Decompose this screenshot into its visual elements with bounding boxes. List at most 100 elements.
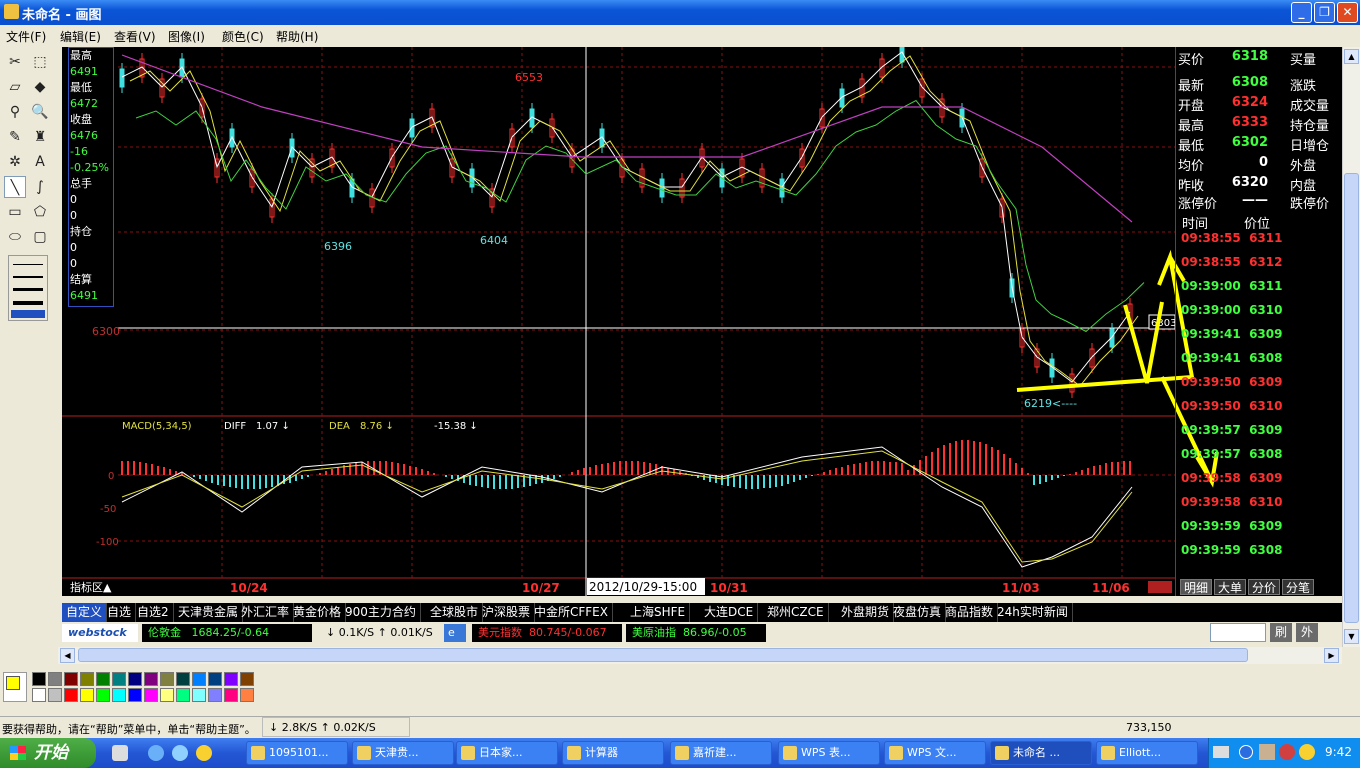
task-button[interactable]: 未命名 ...: [990, 741, 1092, 765]
task-button[interactable]: 计算器: [562, 741, 664, 765]
color-swatch[interactable]: [32, 688, 46, 702]
tray-volume-icon[interactable]: [1279, 744, 1295, 760]
eraser-icon[interactable]: ▱: [4, 76, 26, 98]
task-button[interactable]: 日本家...: [456, 741, 558, 765]
curve-tool-icon[interactable]: ∫: [29, 176, 51, 198]
close-button[interactable]: ✕: [1337, 2, 1358, 23]
task-button[interactable]: Elliott...: [1096, 741, 1198, 765]
menu-image[interactable]: 图像(I): [168, 28, 205, 45]
color-swatch[interactable]: [224, 672, 238, 686]
market-tab[interactable]: 中金所CFFEX: [530, 603, 613, 622]
menu-file[interactable]: 文件(F): [6, 28, 46, 45]
color-swatch[interactable]: [192, 672, 206, 686]
color-swatch[interactable]: [128, 672, 142, 686]
fill-bucket-icon[interactable]: ◆: [29, 76, 51, 98]
color-swatch[interactable]: [176, 688, 190, 702]
scroll-left-icon[interactable]: ◀: [60, 648, 75, 663]
tray-arrow-icon[interactable]: [1239, 745, 1253, 759]
color-swatch[interactable]: [240, 672, 254, 686]
market-tab[interactable]: 天津贵金属: [174, 603, 244, 622]
pencil-icon[interactable]: ✎: [4, 126, 26, 148]
color-swatch[interactable]: [80, 688, 94, 702]
rect-select-icon[interactable]: ⬚: [29, 51, 51, 73]
refresh-button[interactable]: 刷: [1270, 623, 1292, 642]
color-swatch[interactable]: [112, 672, 126, 686]
magnifier-icon[interactable]: 🔍: [29, 101, 51, 123]
tray-app-icon[interactable]: [1299, 744, 1315, 760]
market-tab[interactable]: 自选2: [133, 603, 174, 622]
market-tab[interactable]: 自定义: [62, 603, 108, 622]
market-tab[interactable]: 大连DCE: [700, 603, 759, 622]
external-button[interactable]: 外: [1296, 623, 1318, 642]
color-picker-icon[interactable]: ⚲: [4, 101, 26, 123]
text-tool-icon[interactable]: A: [29, 151, 51, 173]
market-tab[interactable]: 全球股市: [426, 603, 484, 622]
color-swatch[interactable]: [48, 672, 62, 686]
market-tab[interactable]: 外盘期货: [837, 603, 895, 622]
start-button[interactable]: 开始: [0, 738, 96, 768]
color-swatch[interactable]: [208, 672, 222, 686]
quote-tab[interactable]: 分笔: [1282, 579, 1314, 595]
quote-tab[interactable]: 分价: [1248, 579, 1280, 595]
brush-icon[interactable]: ♜: [29, 126, 51, 148]
quote-tab[interactable]: 大单: [1214, 579, 1246, 595]
market-tab[interactable]: 上海SHFE: [626, 603, 691, 622]
menu-view[interactable]: 查看(V): [114, 28, 156, 45]
quick-launch-ie-icon[interactable]: [148, 745, 164, 761]
color-swatch[interactable]: [64, 688, 78, 702]
market-tab[interactable]: 商品指数: [941, 603, 999, 622]
color-swatch[interactable]: [240, 688, 254, 702]
ie-icon[interactable]: e: [444, 624, 466, 642]
task-button[interactable]: WPS 表...: [778, 741, 880, 765]
rectangle-tool-icon[interactable]: ▭: [4, 201, 26, 223]
market-tab[interactable]: 郑州CZCE: [763, 603, 829, 622]
market-tab[interactable]: 900主力合约: [341, 603, 421, 622]
color-swatch[interactable]: [224, 688, 238, 702]
quick-launch-icon-4[interactable]: [196, 745, 212, 761]
market-tab[interactable]: 24h实时新闻: [993, 603, 1073, 622]
task-button[interactable]: 天津贵...: [352, 741, 454, 765]
tray-user-icon[interactable]: [1259, 744, 1275, 760]
polygon-tool-icon[interactable]: ⬠: [29, 201, 51, 223]
market-tab[interactable]: 外汇汇率: [237, 603, 295, 622]
vertical-scroll-thumb[interactable]: [1344, 173, 1359, 623]
menu-edit[interactable]: 编辑(E): [60, 28, 101, 45]
line-width-picker[interactable]: [8, 255, 48, 321]
market-tab[interactable]: 黄金价格: [289, 603, 347, 622]
market-tab[interactable]: 沪深股票: [478, 603, 536, 622]
color-swatch[interactable]: [128, 688, 142, 702]
horizontal-scroll-thumb[interactable]: [78, 648, 1248, 662]
quick-launch-icon-1[interactable]: [112, 745, 128, 761]
vertical-scrollbar[interactable]: ▲ ▼: [1342, 47, 1360, 647]
task-button[interactable]: WPS 文...: [884, 741, 986, 765]
market-tab[interactable]: 自选: [103, 603, 137, 622]
paint-canvas[interactable]: 6553 6396 6404 6219<---- 6300 6303 MACD(5,34,5…: [62, 47, 1342, 596]
color-swatch[interactable]: [176, 672, 190, 686]
color-swatch[interactable]: [160, 672, 174, 686]
color-swatch[interactable]: [208, 688, 222, 702]
ticker-input[interactable]: [1210, 623, 1266, 642]
rounded-rect-tool-icon[interactable]: ▢: [29, 226, 51, 248]
color-swatch[interactable]: [192, 688, 206, 702]
task-button[interactable]: 1095101...: [246, 741, 348, 765]
menu-colors[interactable]: 颜色(C): [222, 28, 264, 45]
color-swatch[interactable]: [96, 688, 110, 702]
maximize-button[interactable]: ❐: [1314, 2, 1335, 23]
ellipse-tool-icon[interactable]: ⬭: [4, 226, 26, 248]
line-tool-icon[interactable]: ╲: [4, 176, 26, 198]
color-swatch[interactable]: [80, 672, 94, 686]
scroll-up-icon[interactable]: ▲: [1344, 49, 1359, 64]
minimize-button[interactable]: _: [1291, 2, 1312, 23]
color-swatch[interactable]: [32, 672, 46, 686]
color-swatch[interactable]: [96, 672, 110, 686]
scroll-right-icon[interactable]: ▶: [1324, 648, 1339, 663]
color-swatch[interactable]: [144, 672, 158, 686]
menu-help[interactable]: 帮助(H): [276, 28, 318, 45]
airbrush-icon[interactable]: ✲: [4, 151, 26, 173]
color-swatch[interactable]: [160, 688, 174, 702]
quick-launch-icon-3[interactable]: [172, 745, 188, 761]
color-swatch[interactable]: [112, 688, 126, 702]
quote-tab[interactable]: 明细: [1180, 579, 1212, 595]
color-swatch[interactable]: [144, 688, 158, 702]
color-swatch[interactable]: [48, 688, 62, 702]
